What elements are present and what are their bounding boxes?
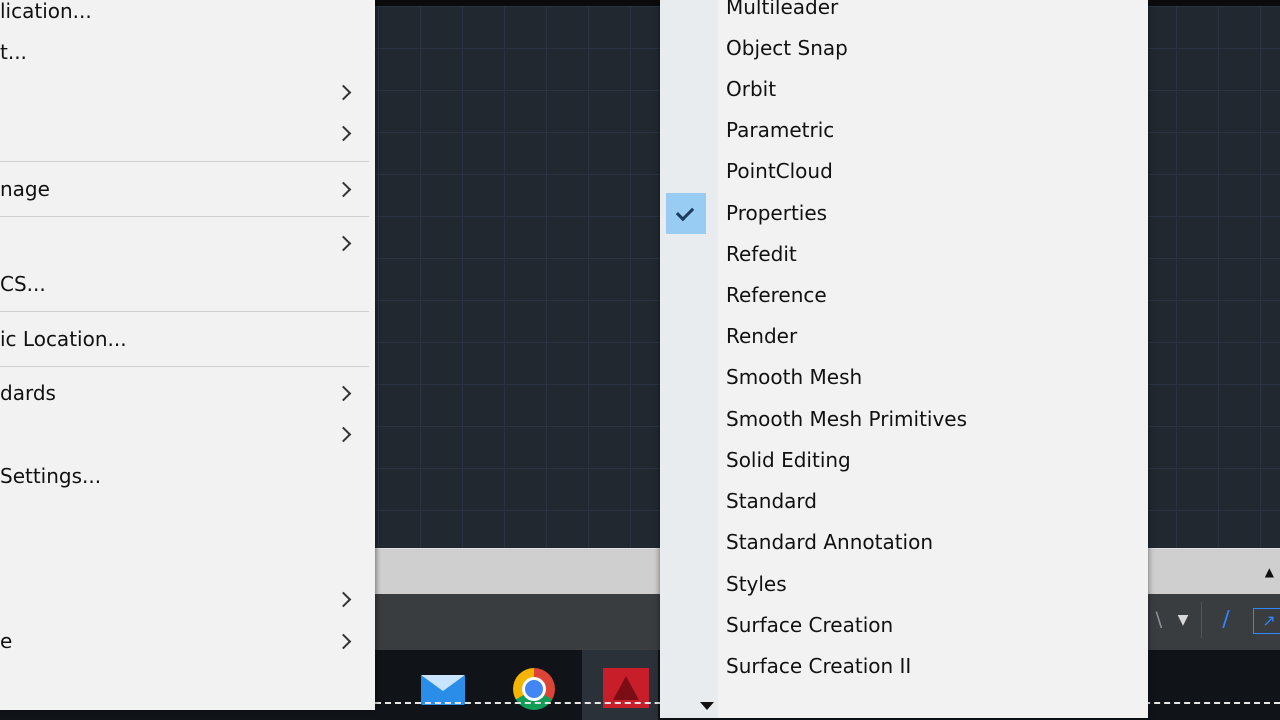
- menu-item-label: Standard Annotation: [726, 530, 934, 554]
- chevron-right-icon: [335, 385, 352, 402]
- status-divider: [1201, 602, 1202, 638]
- menu-item[interactable]: lication...: [0, 0, 370, 31]
- menu-item[interactable]: [0, 72, 370, 112]
- menu-item-label: Solid Editing: [726, 448, 851, 472]
- chevron-right-icon: [335, 125, 352, 142]
- tools-menu: lication... t... nage CS... ic Location.…: [0, 0, 375, 710]
- menu-item-label: PointCloud: [726, 159, 833, 183]
- toolbar-item-object-snap[interactable]: Object Snap: [660, 28, 1148, 69]
- autocad-app-icon[interactable]: [582, 650, 658, 720]
- toolbar-item-orbit[interactable]: Orbit: [660, 69, 1148, 110]
- chevron-right-icon: [335, 591, 352, 608]
- menu-item-label: CS...: [0, 272, 46, 296]
- chrome-app-icon[interactable]: [511, 666, 557, 712]
- menu-item-label: ic Location...: [0, 327, 127, 351]
- menu-item-label: Surface Creation: [726, 613, 894, 637]
- menu-item-label: Smooth Mesh Primitives: [726, 407, 968, 431]
- chevron-right-icon: [335, 181, 352, 198]
- menu-item[interactable]: [0, 113, 370, 153]
- menu-item[interactable]: dards: [0, 373, 370, 413]
- mail-icon: [421, 675, 465, 705]
- menu-item[interactable]: ic Location...: [0, 319, 370, 359]
- toolbar-item-surface-creation[interactable]: Surface Creation: [660, 605, 1148, 646]
- menu-item[interactable]: t...: [0, 32, 370, 72]
- toolbar-item-surface-creation-ii[interactable]: Surface Creation II: [660, 646, 1148, 687]
- menu-item[interactable]: [0, 223, 370, 263]
- menu-separator: [0, 311, 369, 312]
- toolbar-item-properties[interactable]: Properties: [660, 193, 1148, 234]
- menu-item-label: Orbit: [726, 77, 777, 101]
- menu-item-label: Render: [726, 324, 798, 348]
- chevron-right-icon: [335, 235, 352, 252]
- toolbar-item-pointcloud[interactable]: PointCloud: [660, 151, 1148, 192]
- scroll-up-icon[interactable]: ▲: [1265, 565, 1274, 579]
- menu-item[interactable]: CS...: [0, 264, 370, 304]
- toolbar-item-multileader[interactable]: Multileader: [660, 0, 1148, 28]
- menu-item-label: Styles: [726, 572, 787, 596]
- scroll-down-arrow-icon[interactable]: [700, 702, 714, 710]
- chevron-right-icon: [335, 426, 352, 443]
- menu-item-label: Refedit: [726, 242, 797, 266]
- ortho-mode-icon[interactable]: ∕: [1211, 606, 1241, 634]
- toolbar-item-smooth-mesh-primitives[interactable]: Smooth Mesh Primitives: [660, 399, 1148, 440]
- mail-app-icon[interactable]: [419, 666, 465, 712]
- menu-item-label: e: [0, 629, 13, 653]
- menu-item-label: lication...: [0, 0, 92, 23]
- menu-item-label: Object Snap: [726, 36, 848, 60]
- menu-separator: [0, 161, 369, 162]
- menu-separator: [0, 216, 369, 217]
- menu-item-label: dards: [0, 381, 56, 405]
- menu-item[interactable]: [0, 579, 370, 619]
- toolbar-item-standard[interactable]: Standard: [660, 481, 1148, 522]
- menu-item-label: Properties: [726, 201, 828, 225]
- menu-item-label: Smooth Mesh: [726, 365, 863, 389]
- toolbar-item-styles[interactable]: Styles: [660, 564, 1148, 605]
- menu-item-label: Settings...: [0, 464, 102, 488]
- menu-item-label: Surface Creation II: [726, 654, 912, 678]
- menu-item-label: t...: [0, 40, 27, 64]
- toolbar-item-reference[interactable]: Reference: [660, 275, 1148, 316]
- toolbar-item-smooth-mesh[interactable]: Smooth Mesh: [660, 357, 1148, 398]
- menu-item[interactable]: Settings...: [0, 456, 370, 496]
- chevron-down-icon[interactable]: ▼: [1173, 606, 1193, 634]
- toolbar-item-standard-annotation[interactable]: Standard Annotation: [660, 522, 1148, 563]
- checkmark-icon: [666, 193, 706, 234]
- menu-item-label: Standard: [726, 489, 817, 513]
- toolbars-submenu: Multileader Object Snap Orbit Parametric…: [660, 0, 1148, 718]
- menu-item[interactable]: [0, 414, 370, 454]
- toolbar-item-refedit[interactable]: Refedit: [660, 234, 1148, 275]
- menu-item-label: Reference: [726, 283, 827, 307]
- menu-item-label: nage: [0, 177, 50, 201]
- chevron-right-icon: [335, 84, 352, 101]
- menu-item[interactable]: nage: [0, 169, 370, 209]
- menu-item[interactable]: e: [0, 621, 370, 661]
- toolbar-item-solid-editing[interactable]: Solid Editing: [660, 440, 1148, 481]
- menu-separator: [0, 366, 369, 367]
- toolbar-item-render[interactable]: Render: [660, 316, 1148, 357]
- chevron-right-icon: [335, 633, 352, 650]
- toolbar-item-parametric[interactable]: Parametric: [660, 110, 1148, 151]
- polar-tracking-icon[interactable]: ↗: [1253, 608, 1280, 634]
- menu-item-label: Multileader: [726, 0, 839, 19]
- menu-item-label: Parametric: [726, 118, 835, 142]
